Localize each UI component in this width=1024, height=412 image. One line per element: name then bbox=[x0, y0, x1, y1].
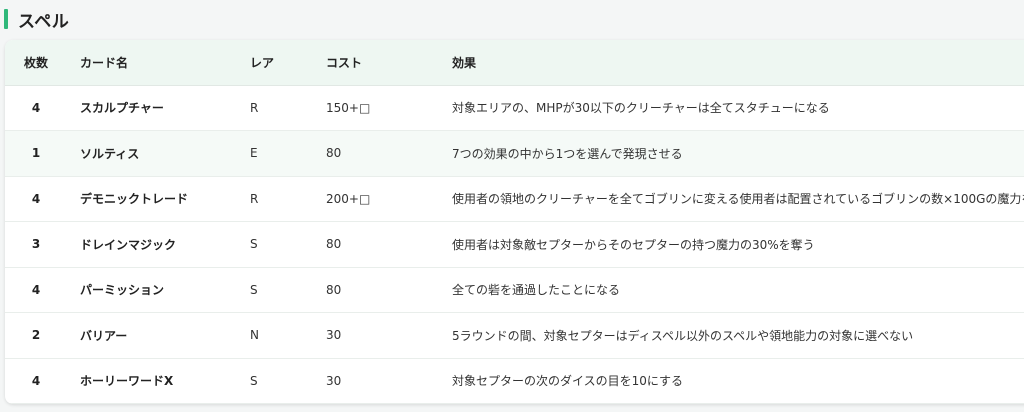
cell-rarity: S bbox=[250, 373, 258, 388]
section-title: スペル bbox=[18, 11, 70, 32]
spell-table-card: 枚数 カード名 レア コスト 効果 4 スカルプチャー R 150+□ 対象エリ… bbox=[5, 40, 1024, 404]
cell-effect: 使用者は対象敵セプターからそのセプターの持つ魔力の30%を奪う bbox=[452, 237, 815, 252]
cell-rarity: E bbox=[250, 146, 258, 161]
header-rarity: レア bbox=[250, 40, 326, 86]
cell-rarity: R bbox=[250, 100, 259, 115]
section-header: スペル bbox=[0, 0, 1024, 38]
cell-name: スカルプチャー bbox=[80, 101, 164, 116]
header-cost: コスト bbox=[326, 40, 452, 86]
cell-name: ドレインマジック bbox=[80, 237, 177, 252]
cell-effect: 対象エリアの、MHPが30以下のクリーチャーは全てスタチューになる bbox=[452, 101, 830, 116]
header-count: 枚数 bbox=[5, 40, 67, 86]
cell-cost: 80 bbox=[326, 237, 342, 252]
cell-cost: 80 bbox=[326, 146, 342, 161]
table-row: 4 ホーリーワードX S 30 対象セプターの次のダイスの目を10にする bbox=[5, 358, 1024, 404]
cell-count: 2 bbox=[31, 328, 41, 343]
cell-rarity: R bbox=[250, 191, 259, 206]
cell-effect: 全ての砦を通過したことになる bbox=[452, 283, 621, 298]
cell-count: 4 bbox=[31, 282, 41, 297]
spell-table: 枚数 カード名 レア コスト 効果 4 スカルプチャー R 150+□ 対象エリ… bbox=[5, 40, 1024, 404]
cell-effect: 7つの効果の中から1つを選んで発現させる bbox=[452, 146, 683, 161]
cell-effect: 5ラウンドの間、対象セプターはディスペル以外のスペルや領地能力の対象に選べない bbox=[452, 328, 914, 343]
table-header-row: 枚数 カード名 レア コスト 効果 bbox=[5, 40, 1024, 86]
cell-count: 4 bbox=[31, 100, 41, 115]
table-row: 1 ソルティス E 80 7つの効果の中から1つを選んで発現させる bbox=[5, 130, 1024, 176]
table-row: 3 ドレインマジック S 80 使用者は対象敵セプターからそのセプターの持つ魔力… bbox=[5, 222, 1024, 267]
cell-count: 1 bbox=[31, 146, 41, 161]
header-name: カード名 bbox=[67, 40, 250, 86]
cell-cost: 200+□ bbox=[326, 191, 371, 206]
cell-cost: 30 bbox=[326, 328, 342, 343]
cell-cost: 30 bbox=[326, 373, 342, 388]
table-row: 4 デモニックトレード R 200+□ 使用者の領地のクリーチャーを全てゴブリン… bbox=[5, 176, 1024, 222]
cell-rarity: N bbox=[250, 328, 259, 343]
header-effect: 効果 bbox=[452, 40, 1024, 86]
cell-rarity: S bbox=[250, 237, 258, 252]
cell-effect: 使用者の領地のクリーチャーを全てゴブリンに変える使用者は配置されているゴブリンの… bbox=[452, 192, 1024, 207]
section-accent-bar bbox=[4, 9, 8, 29]
cell-count: 3 bbox=[31, 237, 41, 252]
cell-cost: 150+□ bbox=[326, 100, 371, 115]
cell-name: ソルティス bbox=[80, 146, 140, 161]
cell-name: パーミッション bbox=[80, 283, 165, 298]
table-row: 4 パーミッション S 80 全ての砦を通過したことになる bbox=[5, 267, 1024, 313]
table-row: 4 スカルプチャー R 150+□ 対象エリアの、MHPが30以下のクリーチャー… bbox=[5, 85, 1024, 131]
table-row: 2 バリアー N 30 5ラウンドの間、対象セプターはディスペル以外のスペルや領… bbox=[5, 313, 1024, 358]
table-body: 4 スカルプチャー R 150+□ 対象エリアの、MHPが30以下のクリーチャー… bbox=[5, 85, 1024, 404]
table-header: 枚数 カード名 レア コスト 効果 bbox=[5, 40, 1024, 86]
cell-cost: 80 bbox=[326, 282, 342, 297]
cell-effect: 対象セプターの次のダイスの目を10にする bbox=[452, 374, 684, 389]
cell-rarity: S bbox=[250, 282, 258, 297]
cell-count: 4 bbox=[31, 191, 41, 206]
cell-name: デモニックトレード bbox=[80, 192, 189, 207]
cell-name: ホーリーワードX bbox=[80, 374, 174, 389]
cell-count: 4 bbox=[31, 373, 41, 388]
cell-name: バリアー bbox=[80, 328, 128, 343]
